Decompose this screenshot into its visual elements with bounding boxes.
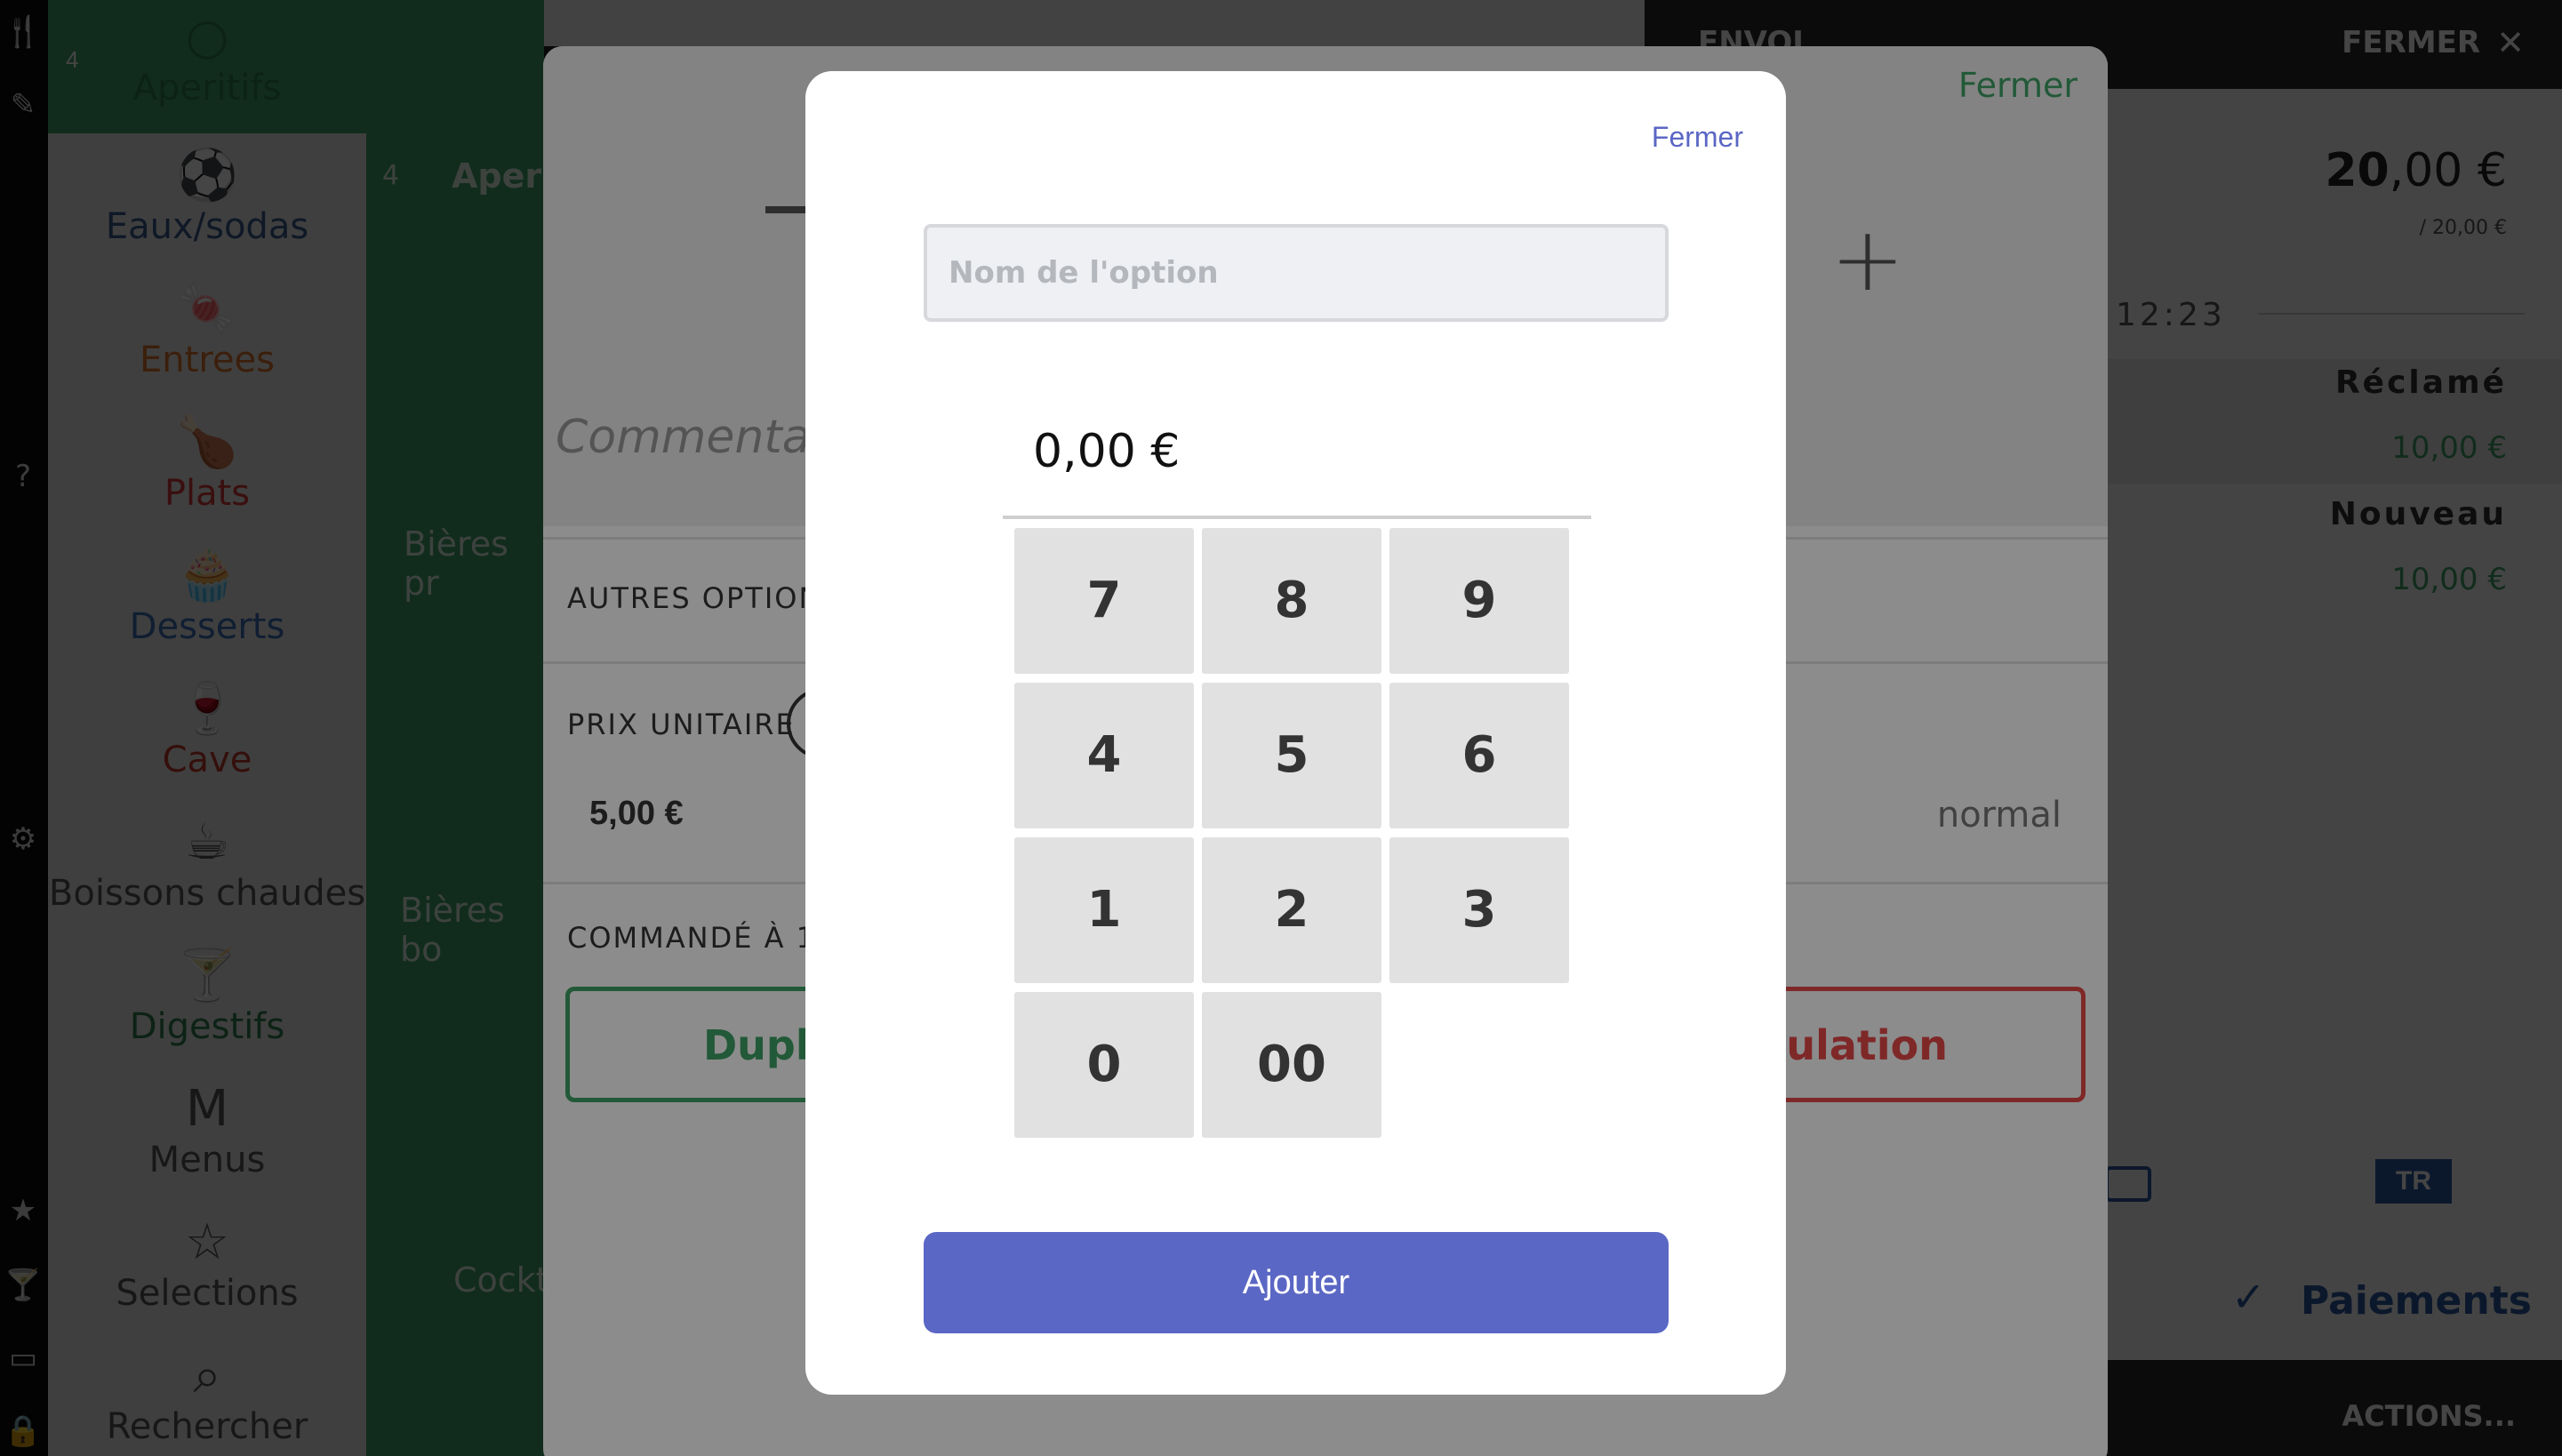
option-name-input[interactable]: [924, 224, 1669, 322]
key-2[interactable]: 2: [1202, 837, 1381, 983]
key-5[interactable]: 5: [1202, 683, 1381, 828]
key-4[interactable]: 4: [1014, 683, 1194, 828]
key-0[interactable]: 0: [1014, 992, 1194, 1138]
add-button[interactable]: Ajouter: [924, 1232, 1669, 1333]
key-3[interactable]: 3: [1389, 837, 1569, 983]
amount-display: 0,00 €: [1033, 425, 1181, 478]
key-9[interactable]: 9: [1389, 528, 1569, 674]
key-00[interactable]: 00: [1202, 992, 1381, 1138]
amount-underline: [1003, 516, 1591, 519]
numpad-close-button[interactable]: Fermer: [1652, 121, 1743, 154]
key-1[interactable]: 1: [1014, 837, 1194, 983]
key-7[interactable]: 7: [1014, 528, 1194, 674]
option-numpad-dialog: Fermer 0,00 € 7 8 9 4 5 6 1 2 3 0 00 Ajo…: [805, 71, 1786, 1395]
key-6[interactable]: 6: [1389, 683, 1569, 828]
key-8[interactable]: 8: [1202, 528, 1381, 674]
